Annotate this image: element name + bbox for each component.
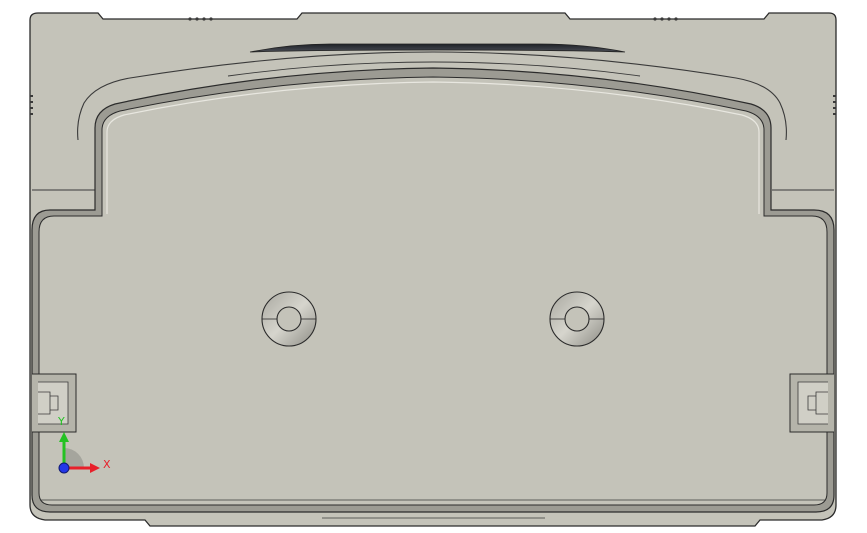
right-latch-notch (789, 373, 834, 433)
part-drawing[interactable]: X Y (0, 0, 867, 533)
main-face (38, 76, 828, 506)
cad-viewport[interactable]: X Y (0, 0, 867, 533)
screw-boss-left[interactable] (261, 291, 317, 347)
triad-x-label: X (103, 458, 111, 471)
screw-boss-right[interactable] (549, 291, 605, 347)
triad-y-label: Y (57, 415, 65, 428)
triad-z-axis (58, 462, 70, 474)
left-latch-notch (32, 373, 77, 433)
